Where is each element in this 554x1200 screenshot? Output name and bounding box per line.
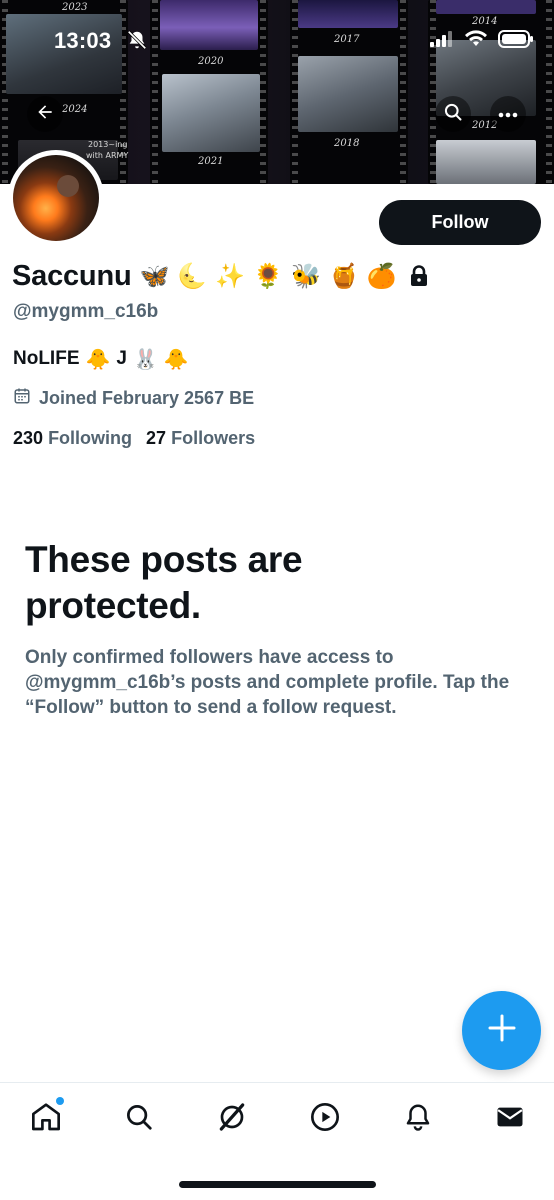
profile-bio: NoLIFE 🐥 J 🐰 🐥 — [13, 344, 189, 374]
banner-year-label: 2014 — [472, 16, 498, 27]
following-label: Following — [48, 427, 133, 448]
nav-grok[interactable] — [212, 1099, 252, 1139]
banner-caption: 2013~ing — [88, 140, 128, 149]
sunflower-emoji: 🌻 — [253, 262, 284, 290]
protected-title: These posts are protected. — [25, 539, 303, 626]
wifi-icon — [464, 30, 488, 53]
avatar-image — [13, 155, 99, 241]
calendar-icon — [13, 387, 31, 410]
banner-photo — [298, 0, 398, 28]
follow-button[interactable]: Follow — [379, 200, 541, 245]
lock-icon — [409, 265, 429, 287]
banner-caption: with ARMY — [86, 151, 129, 160]
banner-photo — [160, 0, 258, 50]
banner-photo — [436, 140, 536, 184]
banner-photo — [6, 14, 122, 94]
following-count: 230 — [13, 427, 44, 448]
more-dots-icon — [498, 105, 518, 123]
butterfly-emoji: 🦋 — [139, 262, 170, 290]
search-profile-button[interactable] — [435, 96, 471, 132]
banner-year-label: 2021 — [198, 156, 224, 167]
banner-year-label: 2024 — [62, 104, 88, 115]
followers-label: Followers — [171, 427, 256, 448]
battery-icon — [498, 30, 534, 53]
nav-video[interactable] — [305, 1099, 345, 1139]
rabbit-emoji: 🐰 — [132, 347, 158, 371]
joined-text: Joined February 2567 BE — [39, 387, 255, 408]
profile-banner: 2023 2024 2013~ing with ARMY 2020 2021 2… — [0, 0, 554, 184]
banner-photo — [436, 0, 536, 14]
banner-photo — [162, 74, 260, 152]
avatar[interactable] — [8, 150, 104, 246]
display-name: Saccunu — [12, 259, 132, 292]
banner-year-label: 2023 — [62, 2, 88, 13]
chick-emoji: 🐥 — [85, 347, 111, 371]
honey-pot-emoji: 🍯 — [328, 262, 359, 290]
moon-emoji: 🌜 — [177, 262, 208, 290]
search-icon — [443, 102, 463, 127]
chick-emoji: 🐥 — [163, 347, 189, 371]
display-name-row: Saccunu 🦋 🌜 ✨ 🌻 🐝 🍯 🍊 — [12, 256, 429, 296]
nav-notifications[interactable] — [398, 1099, 438, 1139]
home-indicator — [179, 1181, 376, 1188]
compose-post-button[interactable] — [462, 991, 541, 1070]
nav-messages[interactable] — [490, 1099, 530, 1139]
silent-bell-icon — [126, 29, 148, 56]
messages-icon — [495, 1102, 525, 1137]
signal-icon — [430, 31, 454, 52]
status-time: 13:03 — [54, 28, 112, 53]
orange-emoji: 🍊 — [366, 262, 397, 290]
status-icons — [430, 30, 534, 53]
notifications-icon — [403, 1102, 433, 1137]
following-link[interactable]: 230 Following — [13, 428, 132, 449]
more-options-button[interactable] — [490, 96, 526, 132]
video-icon — [309, 1101, 341, 1138]
sparkles-emoji: ✨ — [215, 262, 246, 290]
nav-search[interactable] — [119, 1099, 159, 1139]
joined-date: Joined February 2567 BE — [13, 386, 254, 410]
banner-photo — [298, 56, 398, 132]
back-arrow-icon — [35, 102, 55, 127]
banner-year-label: 2017 — [334, 34, 360, 45]
search-icon — [124, 1102, 154, 1137]
bee-emoji: 🐝 — [291, 262, 321, 290]
bio-text: NoLIFE — [13, 348, 80, 369]
banner-year-label: 2018 — [334, 138, 360, 149]
back-button[interactable] — [27, 96, 63, 132]
protected-description: Only confirmed followers have access to … — [25, 647, 510, 718]
profile-handle: @mygmm_c16b — [13, 301, 159, 322]
followers-link[interactable]: 27 Followers — [146, 428, 255, 449]
grok-icon — [216, 1101, 248, 1138]
follow-stats: 230 Following 27 Followers — [13, 426, 255, 450]
plus-icon — [487, 1013, 517, 1048]
notification-dot — [56, 1097, 64, 1105]
followers-count: 27 — [146, 427, 167, 448]
nav-home[interactable] — [26, 1097, 66, 1139]
bio-text: J — [116, 348, 127, 369]
banner-year-label: 2020 — [198, 56, 224, 67]
home-icon — [30, 1101, 62, 1138]
